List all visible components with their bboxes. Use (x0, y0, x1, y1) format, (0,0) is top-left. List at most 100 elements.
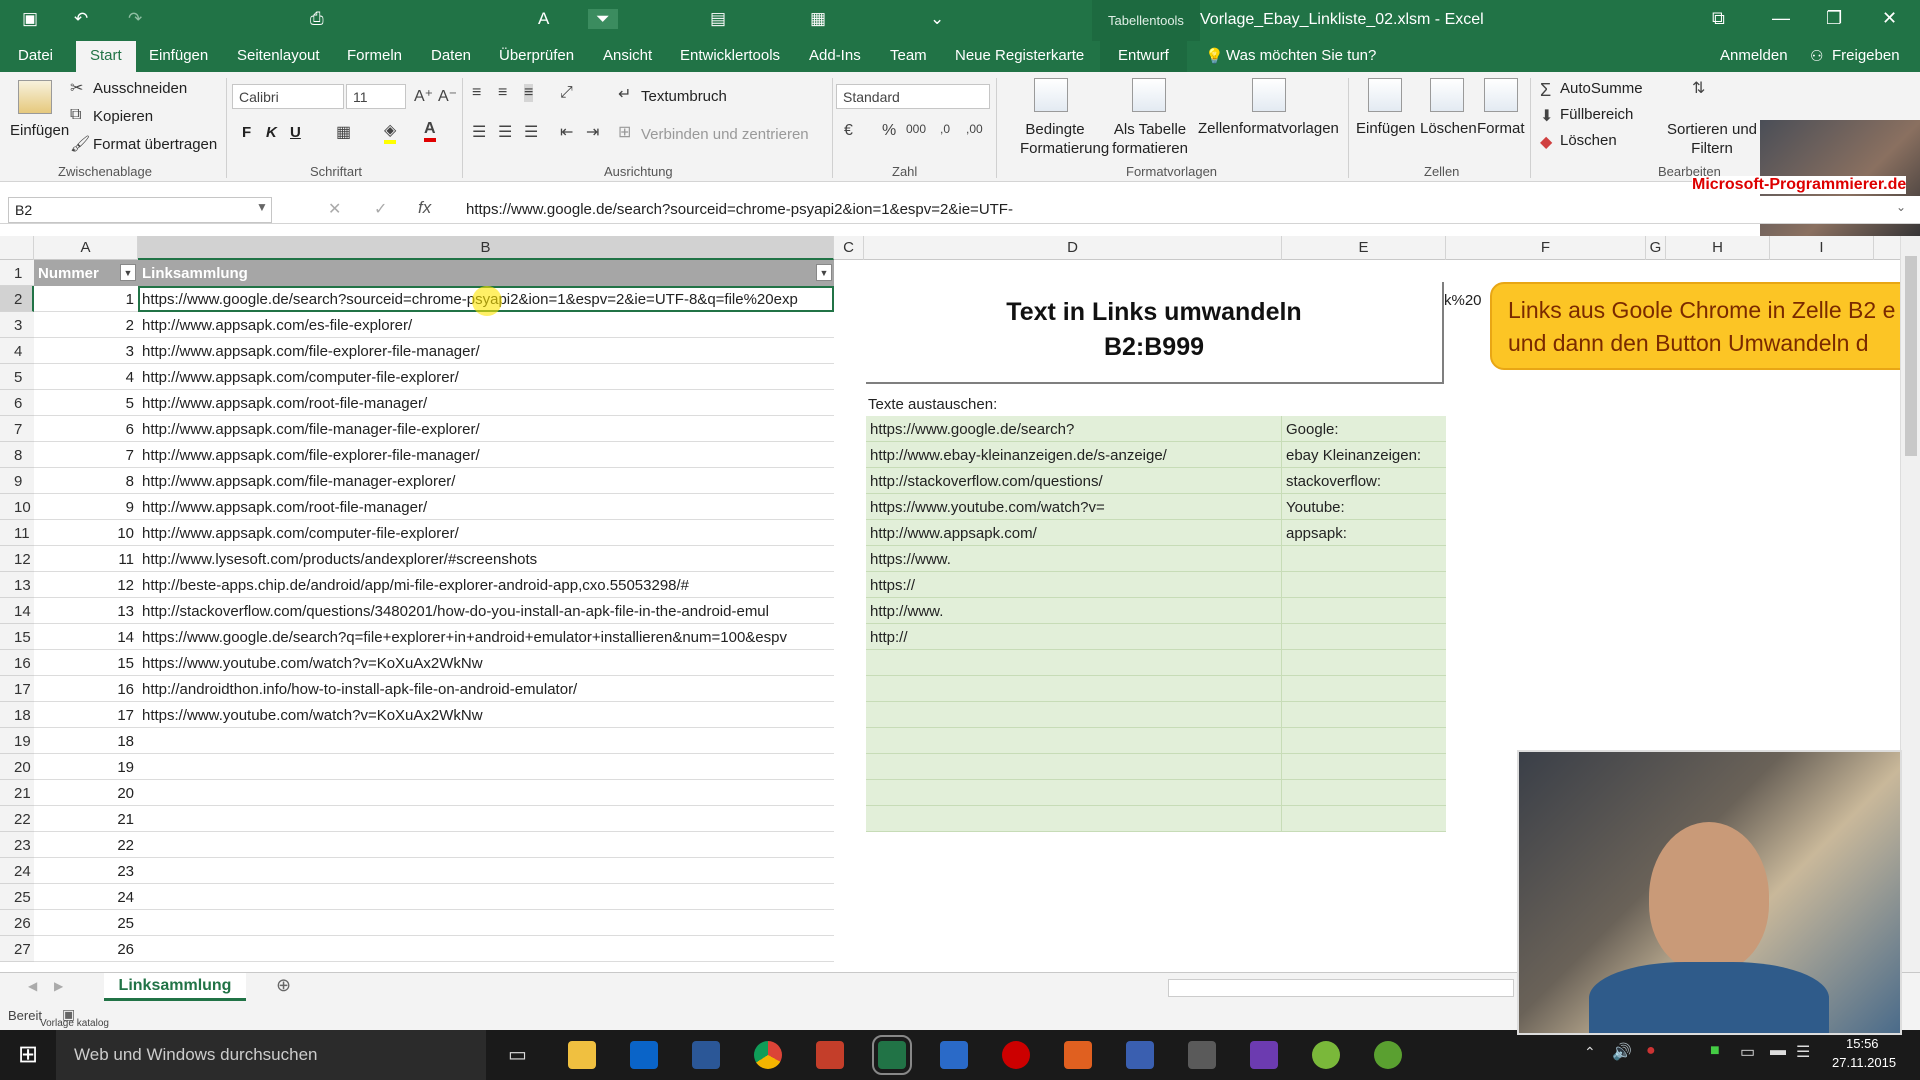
borders-icon[interactable]: ▦ (336, 122, 351, 142)
replace-value-cell[interactable]: Youtube: (1282, 494, 1446, 520)
undo-icon[interactable]: ↶ (74, 9, 88, 29)
row-header[interactable]: 19 (0, 728, 34, 754)
column-header[interactable]: E (1282, 236, 1446, 260)
replace-search-cell[interactable] (866, 650, 1282, 676)
tab-seitenlayout[interactable]: Seitenlayout (237, 47, 320, 64)
network-icon[interactable]: ▬ (1770, 1042, 1786, 1060)
bold-button[interactable]: F (242, 124, 251, 141)
row-header[interactable]: 17 (0, 676, 34, 702)
cell-number[interactable]: 21 (34, 806, 138, 832)
tab-entwurf[interactable]: Entwurf (1100, 41, 1187, 72)
row-header[interactable]: 7 (0, 416, 34, 442)
android-studio-icon[interactable] (1374, 1041, 1402, 1069)
cell-link[interactable]: https://www.google.de/search?q=file+expl… (138, 624, 834, 650)
app-icon[interactable] (1126, 1041, 1154, 1069)
replace-search-cell[interactable]: http://www.appsapk.com/ (866, 520, 1282, 546)
paste-button[interactable]: Einfügen (10, 122, 69, 139)
clear-button[interactable]: Löschen (1560, 132, 1617, 149)
maximize-icon[interactable]: ❐ (1826, 8, 1842, 29)
print-icon[interactable]: ▤ (710, 9, 726, 29)
tab-ansicht[interactable]: Ansicht (603, 47, 652, 64)
row-header[interactable]: 24 (0, 858, 34, 884)
replace-search-cell[interactable]: https:// (866, 572, 1282, 598)
format-cells-button[interactable]: Format (1477, 120, 1525, 137)
increase-decimal-icon[interactable]: ,0 (940, 122, 950, 136)
column-header[interactable]: H (1666, 236, 1770, 260)
row-header[interactable]: 2 (0, 286, 34, 312)
wrap-text-button[interactable]: Textumbruch (641, 88, 727, 105)
cell-link[interactable]: http://www.appsapk.com/file-explorer-fil… (138, 338, 834, 364)
replace-search-cell[interactable] (866, 728, 1282, 754)
customize-qat-icon[interactable]: ⌄ (930, 9, 944, 29)
copy-button[interactable]: Kopieren (93, 108, 153, 125)
formula-input[interactable]: https://www.google.de/search?sourceid=ch… (466, 201, 1013, 218)
cell-number[interactable]: 2 (34, 312, 138, 338)
column-header[interactable]: D (864, 236, 1282, 260)
replace-value-cell[interactable]: ebay Kleinanzeigen: (1282, 442, 1446, 468)
fill-color-icon[interactable]: ◈ (384, 120, 397, 144)
replace-value-cell[interactable] (1282, 728, 1446, 754)
tab-neue-registerkarte[interactable]: Neue Registerkarte (955, 47, 1084, 64)
replace-search-cell[interactable]: http:// (866, 624, 1282, 650)
battery-icon[interactable]: ▭ (1740, 1042, 1755, 1062)
delete-cells-button[interactable]: Löschen (1420, 120, 1477, 137)
row-header[interactable]: 16 (0, 650, 34, 676)
row-header[interactable]: 18 (0, 702, 34, 728)
font-color-icon[interactable]: A (424, 120, 436, 142)
minimize-icon[interactable]: — (1772, 8, 1790, 29)
share-button[interactable]: Freigeben (1832, 47, 1900, 64)
task-view-icon[interactable]: ▭ (508, 1042, 527, 1067)
row-header[interactable]: 14 (0, 598, 34, 624)
sort-filter-button[interactable]: Sortieren und Filtern (1666, 120, 1758, 158)
cell-number[interactable]: 17 (34, 702, 138, 728)
cell-number[interactable]: 18 (34, 728, 138, 754)
cell-number[interactable]: 6 (34, 416, 138, 442)
replace-value-cell[interactable]: Google: (1282, 416, 1446, 442)
replace-search-cell[interactable]: http://stackoverflow.com/questions/ (866, 468, 1282, 494)
align-top-icon[interactable]: ≡ (472, 84, 481, 102)
row-header[interactable]: 5 (0, 364, 34, 390)
sign-in-link[interactable]: Anmelden (1720, 47, 1788, 64)
table-header-linksammlung[interactable]: Linksammlung (138, 260, 834, 286)
word-icon[interactable] (692, 1041, 720, 1069)
decrease-decimal-icon[interactable]: ,00 (966, 122, 983, 136)
font-size-select[interactable]: 11 (346, 84, 406, 109)
cell-number[interactable]: 10 (34, 520, 138, 546)
replace-value-cell[interactable] (1282, 780, 1446, 806)
replace-value-cell[interactable]: appsapk: (1282, 520, 1446, 546)
replace-value-cell[interactable] (1282, 806, 1446, 832)
replace-search-cell[interactable]: http://www.ebay-kleinanzeigen.de/s-anzei… (866, 442, 1282, 468)
currency-icon[interactable]: € (844, 122, 853, 140)
volume-icon[interactable]: 🔊 (1612, 1042, 1632, 1062)
cell-link[interactable]: http://www.appsapk.com/root-file-manager… (138, 494, 834, 520)
row-header[interactable]: 8 (0, 442, 34, 468)
cut-button[interactable]: Ausschneiden (93, 80, 187, 97)
notifications-icon[interactable]: ☰ (1796, 1042, 1810, 1062)
clock-time[interactable]: 15:56 (1846, 1036, 1879, 1051)
italic-button[interactable]: K (266, 124, 277, 141)
cell-number[interactable]: 26 (34, 936, 138, 962)
powerpoint-icon[interactable] (1064, 1041, 1092, 1069)
row-header[interactable]: 9 (0, 468, 34, 494)
name-box-dropdown-icon[interactable]: ▼ (256, 200, 268, 214)
number-format-select[interactable]: Standard (836, 84, 990, 109)
tab-formeln[interactable]: Formeln (347, 47, 402, 64)
paste-icon[interactable] (18, 80, 52, 114)
tab-ueberpruefen[interactable]: Überprüfen (499, 47, 574, 64)
row-header[interactable]: 12 (0, 546, 34, 572)
cell-number[interactable]: 15 (34, 650, 138, 676)
cell-link[interactable]: http://www.appsapk.com/computer-file-exp… (138, 364, 834, 390)
tab-einfuegen[interactable]: Einfügen (149, 47, 208, 64)
format-icon[interactable]: A (538, 9, 549, 29)
align-bottom-icon[interactable]: ≡ (524, 84, 534, 102)
horizontal-scrollbar[interactable] (1168, 979, 1514, 997)
increase-indent-icon[interactable]: ⇥ (586, 122, 599, 142)
tab-entwicklertools[interactable]: Entwicklertools (680, 47, 780, 64)
cancel-entry-icon[interactable]: ✕ (328, 199, 341, 219)
replace-search-cell[interactable]: https://www.google.de/search? (866, 416, 1282, 442)
outlook-icon[interactable] (630, 1041, 658, 1069)
row-header[interactable]: 3 (0, 312, 34, 338)
cell-number[interactable]: 12 (34, 572, 138, 598)
windows-start-icon[interactable]: ⊞ (18, 1040, 38, 1069)
replace-search-cell[interactable] (866, 702, 1282, 728)
